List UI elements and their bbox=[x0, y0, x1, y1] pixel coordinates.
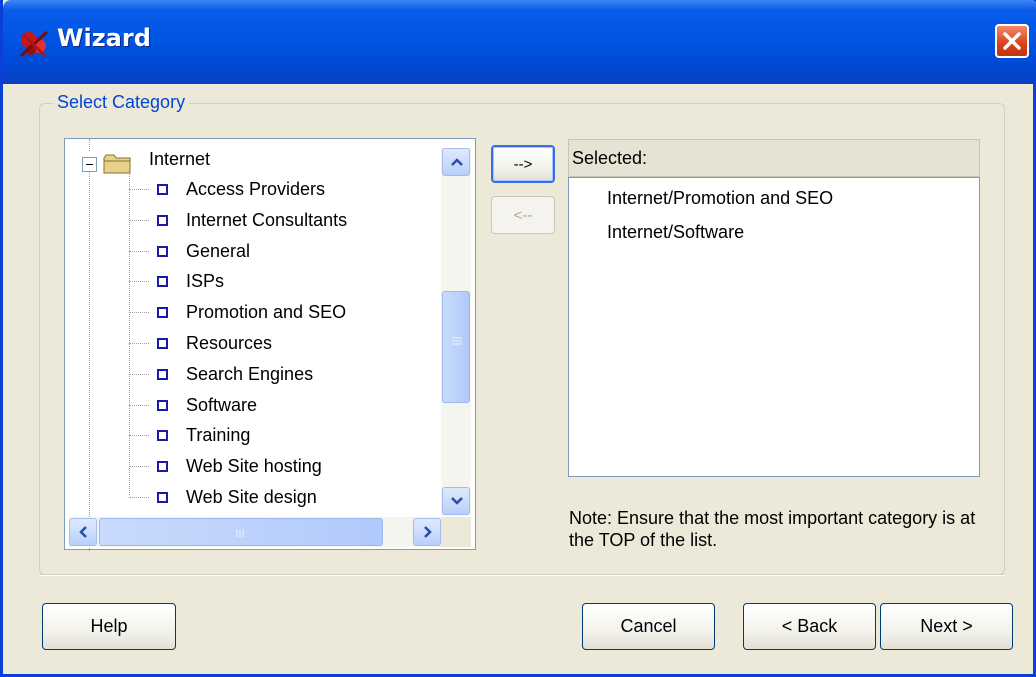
tree-item-label: Resources bbox=[186, 333, 273, 353]
add-category-button[interactable]: --> bbox=[491, 145, 555, 183]
wizard-window: Wizard Select Category Internet Access P… bbox=[0, 0, 1036, 677]
horizontal-scroll-thumb[interactable] bbox=[99, 518, 383, 546]
tree-item[interactable]: Web Site design bbox=[65, 482, 437, 512]
close-icon bbox=[1003, 32, 1021, 50]
tree-line bbox=[129, 189, 149, 190]
scroll-right-button[interactable] bbox=[413, 518, 441, 546]
tree-line bbox=[129, 312, 149, 314]
help-button[interactable]: Help bbox=[42, 603, 176, 650]
cancel-button[interactable]: Cancel bbox=[582, 603, 715, 650]
tree-item[interactable]: General bbox=[65, 236, 437, 266]
grip-icon bbox=[452, 337, 462, 345]
scroll-up-icon bbox=[451, 158, 463, 166]
title-bar[interactable]: Wizard bbox=[3, 0, 1036, 84]
tree-line bbox=[129, 219, 149, 221]
scroll-down-button[interactable] bbox=[442, 487, 470, 515]
scroll-thumb[interactable] bbox=[442, 291, 470, 403]
scroll-left-button[interactable] bbox=[69, 518, 97, 546]
window-title: Wizard bbox=[57, 24, 151, 52]
collapse-toggle[interactable] bbox=[82, 157, 97, 172]
tree-line bbox=[129, 497, 149, 498]
separator bbox=[39, 574, 1005, 576]
group-legend: Select Category bbox=[53, 92, 190, 113]
category-checkbox[interactable] bbox=[157, 430, 168, 442]
tree-item-label: Promotion and SEO bbox=[186, 302, 347, 323]
scroll-down-icon bbox=[451, 497, 463, 505]
remove-category-button[interactable]: <-- bbox=[491, 196, 555, 234]
tree-vertical-scrollbar[interactable] bbox=[441, 148, 471, 516]
tree-item-label: ISPs bbox=[186, 271, 225, 292]
tree-node-label: Internet bbox=[149, 149, 211, 169]
category-checkbox[interactable] bbox=[157, 461, 168, 473]
tree-item[interactable]: Promotion and SEO bbox=[65, 297, 437, 327]
app-logo-icon bbox=[19, 30, 49, 58]
tree-item[interactable]: Internet Consultants bbox=[65, 205, 437, 235]
tree-item-label: Web Site hosting bbox=[186, 456, 322, 477]
tree-item[interactable]: Search Engines bbox=[65, 359, 437, 389]
tree-item[interactable]: Training bbox=[65, 420, 437, 450]
category-checkbox[interactable] bbox=[157, 307, 168, 319]
tree-item-label: Internet Consultants bbox=[186, 209, 348, 230]
category-checkbox[interactable] bbox=[157, 184, 168, 195]
tree-item[interactable]: Access Providers bbox=[65, 174, 437, 204]
category-tree[interactable]: Internet Access Providers Internet Consul… bbox=[64, 138, 476, 551]
category-checkbox[interactable] bbox=[157, 245, 168, 257]
tree-item[interactable]: Software bbox=[65, 390, 437, 420]
tree-horizontal-scrollbar[interactable] bbox=[69, 517, 441, 547]
tree-item[interactable]: ISPs bbox=[65, 266, 437, 296]
category-checkbox[interactable] bbox=[157, 399, 168, 411]
close-button[interactable] bbox=[995, 24, 1029, 58]
tree-item[interactable]: Resources bbox=[65, 328, 437, 358]
tree-item[interactable]: Web Site hosting bbox=[65, 451, 437, 481]
selected-list-header: Selected: bbox=[568, 139, 980, 177]
tree-item-label: Software bbox=[186, 394, 258, 415]
grip-icon bbox=[236, 529, 244, 537]
tree-line bbox=[129, 373, 149, 375]
tree-item-label: General bbox=[186, 240, 251, 261]
tree-item-label: Training bbox=[186, 425, 251, 446]
ordering-note: Note: Ensure that the most important cat… bbox=[569, 508, 976, 550]
folder-icon bbox=[103, 154, 131, 174]
scrollbar-corner bbox=[441, 517, 471, 547]
selected-item[interactable]: Internet/Promotion and SEO bbox=[607, 188, 833, 209]
category-checkbox[interactable] bbox=[157, 214, 168, 226]
category-checkbox[interactable] bbox=[157, 368, 168, 380]
selected-categories-list[interactable]: Internet/Promotion and SEO Internet/Soft… bbox=[568, 177, 980, 477]
tree-line bbox=[129, 435, 149, 437]
tree-item-label: Access Providers bbox=[186, 179, 326, 199]
tree-line bbox=[129, 343, 149, 344]
tree-item-label: Search Engines bbox=[186, 363, 314, 384]
tree-item-label: Web Site design bbox=[186, 487, 317, 507]
next-button[interactable]: Next > bbox=[880, 603, 1013, 650]
tree-line bbox=[129, 250, 149, 252]
back-button[interactable]: < Back bbox=[743, 603, 876, 650]
selected-item[interactable]: Internet/Software bbox=[607, 222, 744, 243]
scroll-left-icon bbox=[79, 526, 87, 538]
tree-line bbox=[129, 281, 149, 283]
scroll-right-icon bbox=[424, 526, 432, 538]
tree-node-internet[interactable]: Internet bbox=[65, 144, 445, 174]
category-checkbox[interactable] bbox=[157, 492, 168, 503]
category-checkbox[interactable] bbox=[157, 338, 168, 349]
tree-line bbox=[129, 404, 149, 406]
category-checkbox[interactable] bbox=[157, 276, 168, 288]
scroll-up-button[interactable] bbox=[442, 148, 470, 176]
tree-line bbox=[129, 466, 149, 468]
